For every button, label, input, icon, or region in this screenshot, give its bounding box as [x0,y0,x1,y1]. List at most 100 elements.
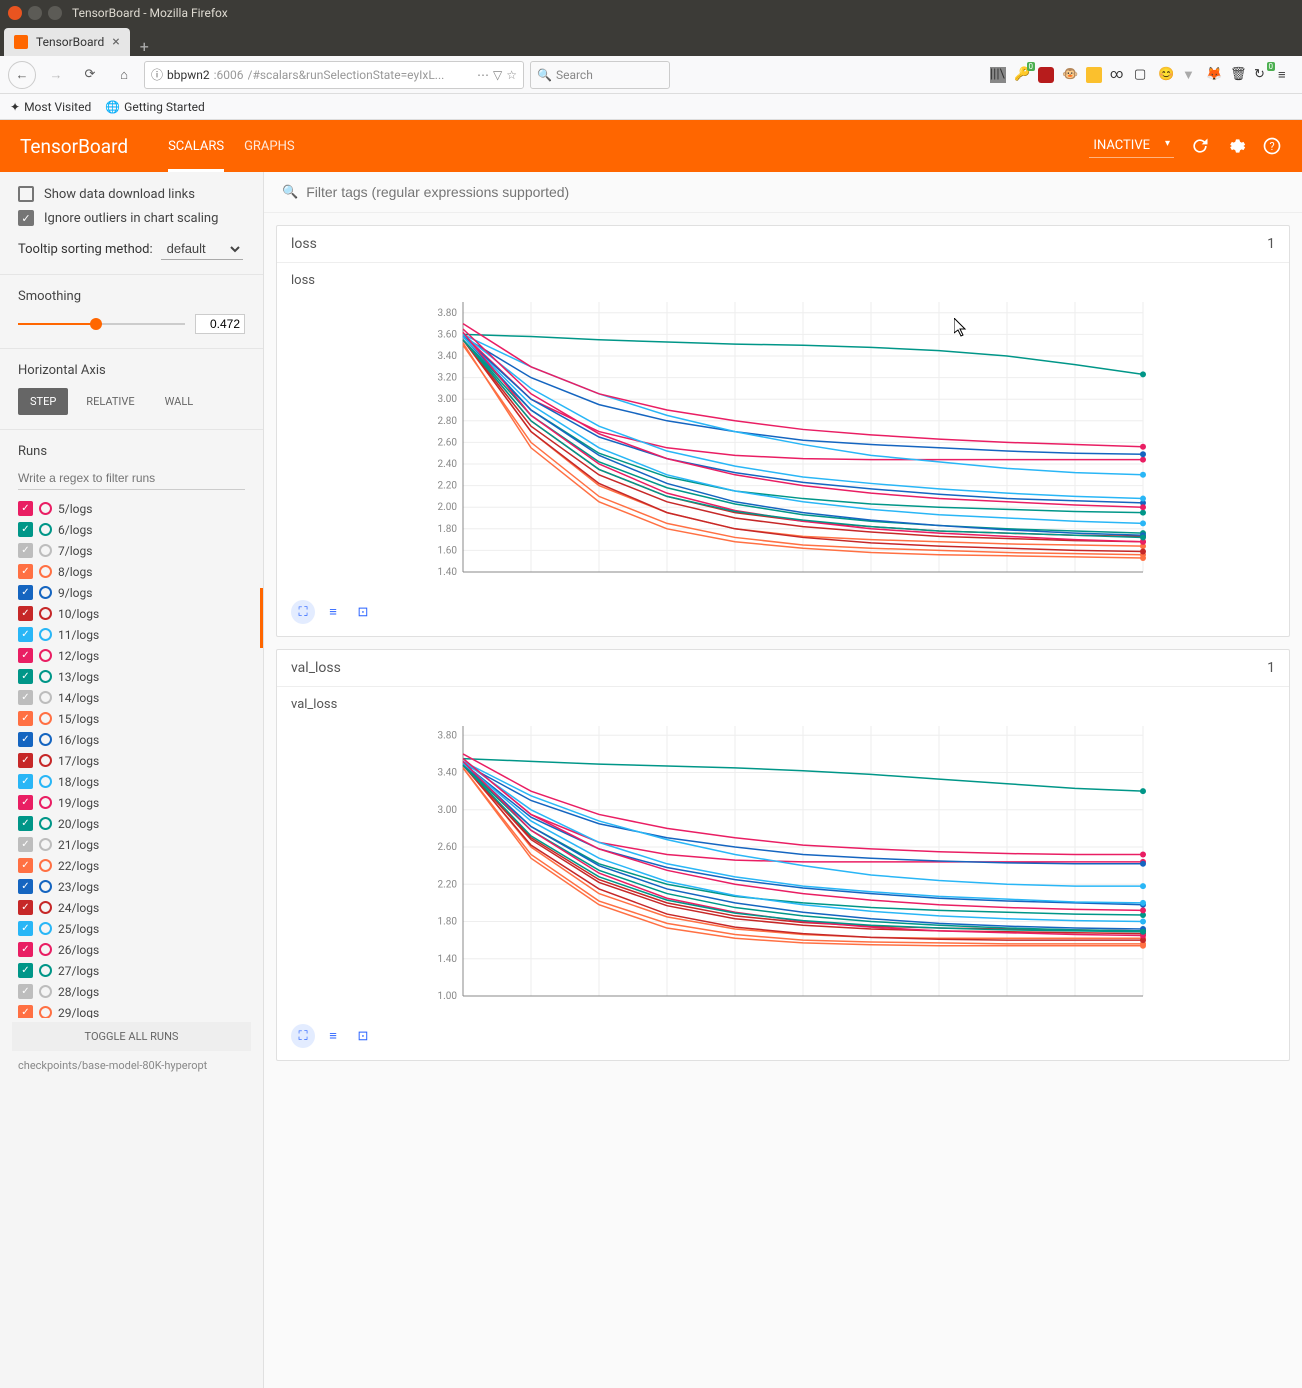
run-checkbox[interactable] [18,564,33,579]
more-icon[interactable]: ⋯ [477,68,489,82]
run-radio[interactable] [39,796,52,809]
window-maximize-button[interactable] [48,6,62,20]
expand-chart-button[interactable]: ⛶ [291,600,315,624]
ext-icon-1[interactable]: 🔑0 [1014,67,1030,83]
refresh-icon[interactable] [1190,136,1210,156]
tooltip-sorting-select[interactable]: default [161,238,243,260]
run-item[interactable]: 16/logs [0,729,263,750]
search-bar[interactable]: 🔍 Search [530,61,670,89]
run-radio[interactable] [39,565,52,578]
run-item[interactable]: 13/logs [0,666,263,687]
run-checkbox[interactable] [18,669,33,684]
back-button[interactable]: ← [8,61,36,89]
run-item[interactable]: 26/logs [0,939,263,960]
run-item[interactable]: 6/logs [0,519,263,540]
ext-icon-4[interactable]: ∞ [1110,67,1126,83]
bookmark-getting-started[interactable]: 🌐 Getting Started [105,100,205,114]
run-checkbox[interactable] [18,753,33,768]
window-minimize-button[interactable] [28,6,42,20]
run-item[interactable]: 12/logs [0,645,263,666]
menu-icon[interactable]: ≡ [1278,67,1294,83]
run-checkbox[interactable] [18,963,33,978]
library-icon[interactable]: |||\ [990,67,1006,83]
run-item[interactable]: 7/logs [0,540,263,561]
run-checkbox[interactable] [18,690,33,705]
browser-tab[interactable]: TensorBoard × [4,28,130,56]
card-header-val-loss[interactable]: val_loss 1 [277,650,1289,687]
run-checkbox[interactable] [18,900,33,915]
run-radio[interactable] [39,649,52,662]
run-radio[interactable] [39,985,52,998]
home-button[interactable]: ⌂ [110,61,138,89]
run-item[interactable]: 21/logs [0,834,263,855]
run-checkbox[interactable] [18,984,33,999]
run-item[interactable]: 22/logs [0,855,263,876]
run-item[interactable]: 5/logs [0,498,263,519]
ext-icon-6[interactable]: 😊 [1158,67,1174,83]
run-checkbox[interactable] [18,1005,33,1018]
log-axis-button[interactable]: ≡ [321,1024,345,1048]
info-icon[interactable]: ⓘ [151,66,163,83]
run-radio[interactable] [39,628,52,641]
smoothing-input[interactable] [195,314,245,334]
run-checkbox[interactable] [18,543,33,558]
run-radio[interactable] [39,523,52,536]
run-checkbox[interactable] [18,711,33,726]
chart-val-loss[interactable]: 1.001.401.802.202.603.003.403.80 [291,716,1275,1016]
axis-relative-button[interactable]: RELATIVE [74,388,146,415]
run-item[interactable]: 25/logs [0,918,263,939]
settings-icon[interactable] [1226,136,1246,156]
ext-icon-10[interactable]: ↻0 [1254,67,1270,83]
run-checkbox[interactable] [18,627,33,642]
runs-list[interactable]: 5/logs6/logs7/logs8/logs9/logs10/logs11/… [0,498,263,1018]
run-item[interactable]: 28/logs [0,981,263,1002]
run-radio[interactable] [39,607,52,620]
ext-icon-3[interactable] [1086,67,1102,83]
run-item[interactable]: 27/logs [0,960,263,981]
show-download-checkbox[interactable]: Show data download links [18,186,245,202]
run-radio[interactable] [39,817,52,830]
window-close-button[interactable] [8,6,22,20]
ext-icon-8[interactable]: 🦊 [1206,67,1222,83]
reload-button[interactable]: ⟳ [76,61,104,89]
run-radio[interactable] [39,691,52,704]
run-checkbox[interactable] [18,648,33,663]
run-checkbox[interactable] [18,501,33,516]
forward-button[interactable]: → [42,61,70,89]
run-radio[interactable] [39,922,52,935]
run-checkbox[interactable] [18,606,33,621]
run-item[interactable]: 8/logs [0,561,263,582]
run-item[interactable]: 14/logs [0,687,263,708]
run-checkbox[interactable] [18,837,33,852]
run-radio[interactable] [39,670,52,683]
run-checkbox[interactable] [18,795,33,810]
run-radio[interactable] [39,502,52,515]
run-item[interactable]: 9/logs [0,582,263,603]
tab-scalars[interactable]: SCALARS [168,120,224,172]
run-item[interactable]: 15/logs [0,708,263,729]
run-radio[interactable] [39,544,52,557]
run-item[interactable]: 11/logs [0,624,263,645]
tab-graphs[interactable]: GRAPHS [244,120,295,172]
runs-filter-input[interactable] [18,467,245,490]
run-checkbox[interactable] [18,879,33,894]
tab-close-icon[interactable]: × [112,34,119,50]
fit-domain-button[interactable]: ⊡ [351,600,375,624]
run-item[interactable]: 20/logs [0,813,263,834]
run-radio[interactable] [39,1006,52,1018]
tag-filter-input[interactable] [306,184,1284,200]
run-radio[interactable] [39,754,52,767]
scrollbar-thumb[interactable] [260,588,263,648]
run-radio[interactable] [39,901,52,914]
new-tab-button[interactable]: + [130,37,159,56]
run-checkbox[interactable] [18,921,33,936]
card-header-loss[interactable]: loss 1 [277,226,1289,263]
run-item[interactable]: 29/logs [0,1002,263,1018]
fit-domain-button[interactable]: ⊡ [351,1024,375,1048]
help-icon[interactable]: ? [1262,136,1282,156]
run-item[interactable]: 18/logs [0,771,263,792]
run-item[interactable]: 17/logs [0,750,263,771]
run-item[interactable]: 10/logs [0,603,263,624]
toggle-all-runs-button[interactable]: TOGGLE ALL RUNS [12,1022,251,1051]
inactive-dropdown[interactable]: INACTIVE [1089,134,1174,158]
